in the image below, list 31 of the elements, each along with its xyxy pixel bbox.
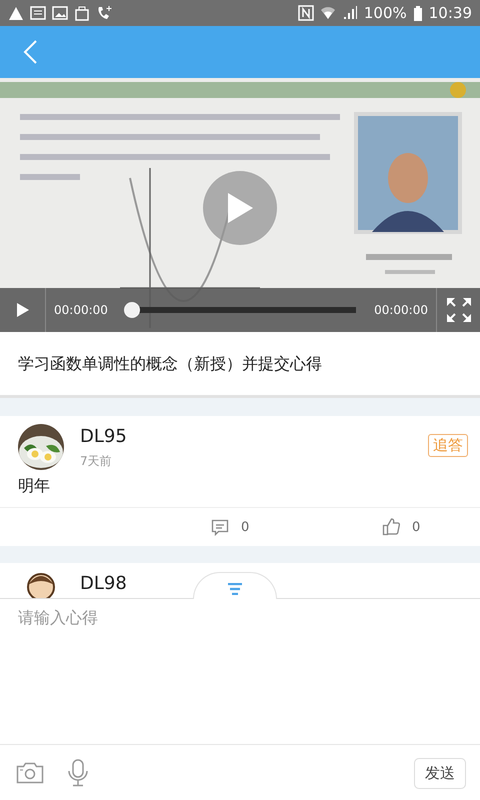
nfc-icon bbox=[298, 5, 314, 21]
play-icon bbox=[225, 191, 255, 225]
fullscreen-icon bbox=[446, 297, 472, 323]
thumbs-up-icon bbox=[382, 518, 400, 536]
user-name: DL98 bbox=[80, 573, 127, 594]
microphone-button[interactable] bbox=[66, 759, 90, 787]
image-icon bbox=[52, 5, 68, 21]
battery-icon bbox=[412, 5, 423, 21]
play-icon bbox=[16, 302, 30, 318]
user-name: DL95 bbox=[80, 426, 127, 447]
like-count: 0 bbox=[412, 520, 420, 534]
warning-icon bbox=[8, 6, 24, 20]
seek-handle[interactable] bbox=[124, 302, 140, 318]
avatar-icon bbox=[26, 571, 56, 598]
lesson-title: 学习函数单调性的概念（新授）并提交心得 bbox=[18, 354, 322, 373]
seek-bar[interactable] bbox=[124, 302, 356, 318]
camera-button[interactable] bbox=[16, 761, 44, 785]
signal-icon bbox=[342, 5, 358, 21]
clock-time: 10:39 bbox=[428, 4, 472, 22]
calendar-icon bbox=[30, 5, 46, 21]
post-time: 7天前 bbox=[80, 453, 112, 470]
phone-icon bbox=[96, 5, 112, 21]
send-button[interactable]: 发送 bbox=[414, 758, 466, 788]
current-time: 00:00:00 bbox=[53, 303, 109, 317]
duration-time: 00:00:00 bbox=[373, 303, 429, 317]
comment-icon bbox=[211, 518, 229, 536]
comment-text: 明年 bbox=[17, 475, 51, 497]
battery-level: 100% bbox=[364, 4, 407, 22]
reply-count: 0 bbox=[241, 520, 250, 534]
bag-icon bbox=[74, 5, 90, 21]
wifi-icon bbox=[320, 5, 336, 21]
